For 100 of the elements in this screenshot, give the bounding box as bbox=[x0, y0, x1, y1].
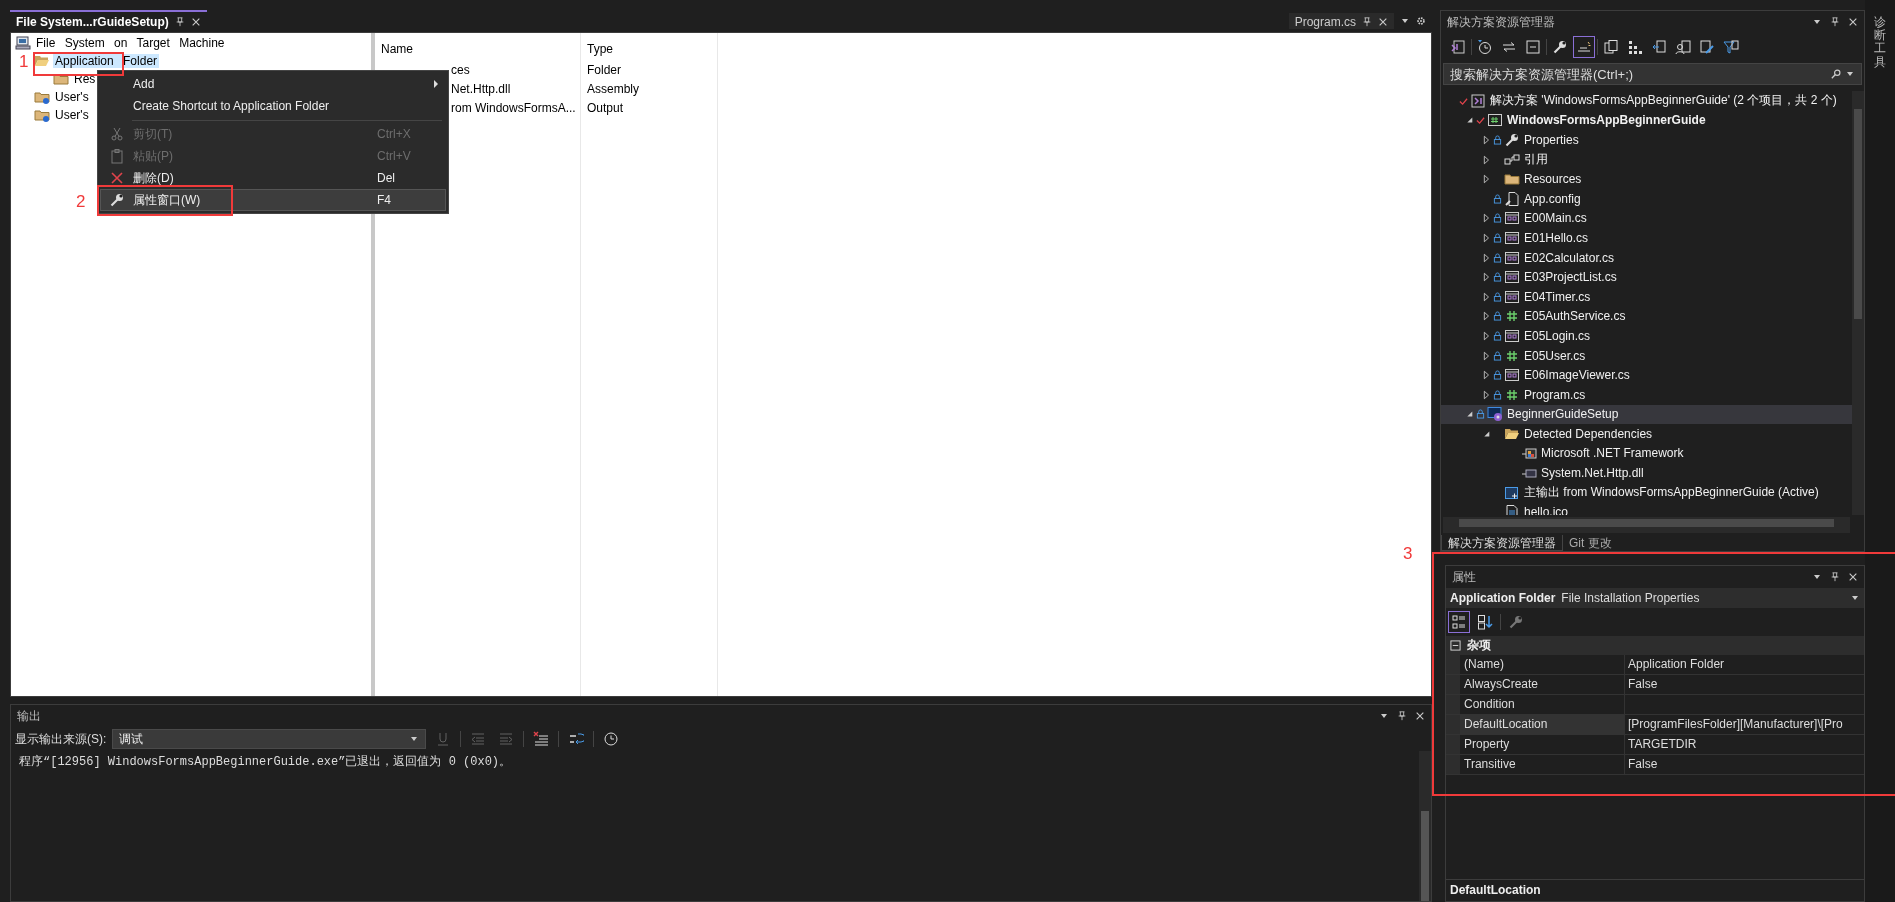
side-tab[interactable]: 诊断工具 bbox=[1874, 16, 1886, 69]
menu-item[interactable]: Create Shortcut to Application Folder bbox=[100, 95, 446, 117]
document-tab[interactable]: File System...rGuideSetup) bbox=[10, 10, 207, 32]
tree-item[interactable]: WindowsFormsAppBeginnerGuide bbox=[1441, 110, 1852, 131]
description-title: DefaultLocation bbox=[1450, 883, 1541, 897]
source-dropdown[interactable]: 调试 bbox=[112, 729, 427, 749]
annotation-number: 2 bbox=[76, 192, 86, 212]
pin-icon[interactable] bbox=[1830, 572, 1840, 582]
column-header[interactable]: Type bbox=[581, 32, 717, 61]
scrollbar-thumb[interactable] bbox=[1459, 519, 1834, 527]
tree-item[interactable]: E06ImageViewer.cs bbox=[1441, 365, 1852, 385]
expander-icon[interactable] bbox=[1481, 290, 1491, 303]
tree-item[interactable]: User's bbox=[53, 107, 91, 122]
expander-icon[interactable] bbox=[1481, 212, 1491, 225]
tree-item[interactable]: 引用 bbox=[1441, 149, 1852, 170]
tree-item[interactable]: Detected Dependencies bbox=[1441, 424, 1852, 444]
table-cell-text: Output bbox=[586, 99, 625, 117]
tree-item[interactable]: E05User.cs bbox=[1441, 345, 1852, 366]
tree-item[interactable]: 解决方案 'WindowsFormsAppBeginnerGuide' (2 个项目，共 2 个) bbox=[1441, 91, 1852, 111]
scrollbar[interactable] bbox=[1419, 751, 1431, 901]
tree-item[interactable]: E05AuthService.cs bbox=[1441, 306, 1852, 327]
wrench-icon bbox=[109, 192, 125, 208]
property-name[interactable]: Property bbox=[1446, 735, 1625, 754]
menu-item[interactable]: Add bbox=[100, 73, 446, 95]
pin-icon[interactable] bbox=[174, 16, 185, 27]
scrollbar[interactable] bbox=[1443, 517, 1850, 533]
tree-item[interactable]: E00Main.cs bbox=[1441, 208, 1852, 229]
settings-icon[interactable] bbox=[1416, 15, 1426, 26]
pin-icon[interactable] bbox=[1362, 16, 1372, 27]
tree-item[interactable]: Properties bbox=[1441, 130, 1852, 150]
computer-icon bbox=[15, 34, 31, 51]
expander-icon[interactable] bbox=[1481, 329, 1491, 342]
panel-tab[interactable]: Git 更改 bbox=[1563, 535, 1618, 551]
scrollbar-thumb[interactable] bbox=[1421, 811, 1429, 901]
annotation-number: 1 bbox=[19, 52, 29, 72]
property-name[interactable]: AlwaysCreate bbox=[1446, 675, 1625, 694]
submenu-arrow-icon bbox=[433, 80, 439, 88]
expander-icon[interactable] bbox=[1481, 271, 1491, 284]
lines-icon[interactable] bbox=[1573, 36, 1595, 58]
scrollbar-thumb[interactable] bbox=[1854, 109, 1862, 319]
property-value[interactable]: False bbox=[1625, 675, 1864, 694]
tree-item[interactable]: Resources bbox=[1441, 169, 1852, 189]
close-icon[interactable] bbox=[1848, 17, 1858, 27]
tree-item[interactable]: 主输出 from WindowsFormsAppBeginnerGuide (Active) bbox=[1441, 482, 1852, 503]
expander-icon[interactable] bbox=[1481, 310, 1491, 323]
expander-icon[interactable] bbox=[1481, 251, 1491, 264]
search-field[interactable]: 搜索解决方案资源管理器(Ctrl+;) bbox=[1450, 66, 1827, 82]
tree-item[interactable]: E04Timer.cs bbox=[1441, 286, 1852, 307]
tree-item[interactable]: Microsoft .NET Framework bbox=[1441, 443, 1852, 464]
search-box[interactable]: 搜索解决方案资源管理器(Ctrl+;) bbox=[1443, 63, 1862, 85]
panel-title: 输出 bbox=[17, 707, 41, 725]
form-icon bbox=[1504, 210, 1520, 227]
property-name[interactable]: Transitive bbox=[1446, 755, 1625, 774]
categorized-list-icon[interactable] bbox=[1448, 611, 1470, 633]
collapse-icon[interactable] bbox=[1450, 640, 1461, 651]
expander-icon[interactable] bbox=[1481, 369, 1491, 382]
property-name[interactable]: (Name) bbox=[1446, 655, 1625, 674]
form-icon bbox=[1504, 229, 1520, 246]
close-icon[interactable] bbox=[1848, 572, 1858, 582]
table-cell-text: Assembly bbox=[586, 80, 640, 98]
pin-icon[interactable] bbox=[1397, 711, 1407, 721]
form-icon bbox=[1504, 288, 1520, 305]
tree-item[interactable]: E03ProjectList.cs bbox=[1441, 267, 1852, 287]
tree-item[interactable]: App.config bbox=[1441, 188, 1852, 209]
menu-item[interactable]: 删除(D) Del bbox=[100, 167, 446, 189]
wrench-icon bbox=[1504, 132, 1520, 148]
property-value[interactable]: [ProgramFilesFolder][Manufacturer]\[Pro bbox=[1625, 715, 1864, 734]
property-value[interactable]: False bbox=[1625, 755, 1864, 774]
references-icon bbox=[1504, 151, 1520, 168]
close-icon[interactable] bbox=[1378, 16, 1388, 27]
object-selector[interactable]: Application Folder File Installation Properties bbox=[1446, 588, 1864, 608]
tree-item[interactable]: Program.cs bbox=[1441, 384, 1852, 405]
tree-item[interactable]: E02Calculator.cs bbox=[1441, 247, 1852, 268]
delete-icon bbox=[109, 170, 125, 186]
property-value[interactable]: TARGETDIR bbox=[1625, 735, 1864, 754]
property-value[interactable]: Application Folder bbox=[1625, 655, 1864, 674]
close-icon[interactable] bbox=[190, 16, 201, 27]
search-icon[interactable] bbox=[1831, 69, 1841, 79]
tree-item[interactable]: E01Hello.cs bbox=[1441, 228, 1852, 248]
expander-icon[interactable] bbox=[1481, 231, 1491, 244]
panel-tab[interactable]: 解决方案资源管理器 bbox=[1441, 535, 1563, 551]
tree-item[interactable]: System.Net.Http.dll bbox=[1441, 463, 1852, 483]
column-header[interactable]: Name bbox=[375, 32, 580, 61]
expander-icon[interactable] bbox=[1481, 134, 1491, 146]
tree-item[interactable]: File System on Target Machine bbox=[34, 35, 227, 50]
expander-icon[interactable] bbox=[1481, 349, 1491, 362]
panel-title: 解决方案资源管理器 bbox=[1447, 13, 1555, 31]
tree-item[interactable]: E05Login.cs bbox=[1441, 326, 1852, 346]
tree-item[interactable]: BeginnerGuideSetup bbox=[1441, 404, 1852, 425]
close-icon[interactable] bbox=[1415, 711, 1425, 721]
document-tab[interactable]: Program.cs bbox=[1288, 12, 1394, 29]
scrollbar[interactable] bbox=[1852, 91, 1864, 515]
expander-icon[interactable] bbox=[1481, 173, 1491, 186]
expander-icon[interactable] bbox=[1481, 388, 1491, 401]
pin-icon[interactable] bbox=[1830, 17, 1840, 27]
menu-item[interactable]: 属性窗口(W) F4 bbox=[100, 189, 446, 211]
expander-icon[interactable] bbox=[1481, 153, 1491, 166]
tree-item[interactable]: User's bbox=[53, 89, 91, 104]
property-name[interactable]: DefaultLocation bbox=[1446, 715, 1625, 734]
output-line: 程序“[12956] WindowsFormsAppBeginnerGuide.exe”已退出，返回值为 0 (0x0)。 bbox=[19, 754, 513, 770]
